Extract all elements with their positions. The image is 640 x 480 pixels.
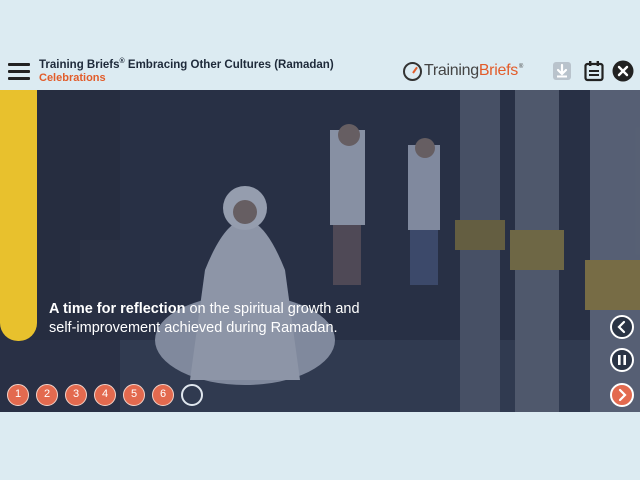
chevron-right-icon (618, 388, 627, 402)
pause-icon (618, 355, 626, 365)
course-name: Embracing Other Cultures (Ramadan) (124, 58, 334, 71)
page-dot-1[interactable]: 1 (7, 384, 29, 406)
page-dot-6[interactable]: 6 (152, 384, 174, 406)
page-dot-current[interactable] (181, 384, 203, 406)
page-dot-2[interactable]: 2 (36, 384, 58, 406)
slide-stage: A time for reflection on the spiritual g… (0, 90, 640, 412)
logo-text: TrainingBriefs (424, 62, 518, 80)
clock-logo-icon (403, 61, 422, 81)
next-button[interactable] (610, 383, 634, 407)
course-header: Training Briefs® Embracing Other Culture… (0, 52, 640, 90)
caption-bold: A time for reflection (49, 301, 186, 317)
yellow-accent-tab (0, 90, 37, 341)
page-dot-4[interactable]: 4 (94, 384, 116, 406)
logo-text-a: Training (424, 62, 479, 79)
chevron-left-icon (617, 320, 626, 334)
course-title: Training Briefs® Embracing Other Culture… (39, 58, 334, 71)
pause-button[interactable] (610, 348, 634, 372)
slide-overlay (0, 90, 640, 412)
download-icon[interactable] (551, 60, 573, 82)
course-titles: Training Briefs® Embracing Other Culture… (39, 58, 334, 84)
page-dot-3[interactable]: 3 (65, 384, 87, 406)
previous-button[interactable] (610, 315, 634, 339)
training-briefs-logo: TrainingBriefs ® (403, 60, 523, 82)
close-icon[interactable] (612, 60, 634, 82)
bottom-band (0, 412, 640, 480)
top-band (0, 0, 640, 52)
course-brand: Training Briefs (39, 58, 120, 71)
section-title: Celebrations (39, 71, 106, 84)
logo-reg: ® (518, 64, 524, 70)
page-dot-5[interactable]: 5 (123, 384, 145, 406)
slide-pager: 1 2 3 4 5 6 (7, 384, 203, 406)
hamburger-menu-icon[interactable] (8, 63, 30, 80)
slide-caption: A time for reflection on the spiritual g… (49, 300, 369, 338)
notes-icon[interactable] (583, 60, 605, 82)
logo-text-b: Briefs (478, 62, 518, 79)
